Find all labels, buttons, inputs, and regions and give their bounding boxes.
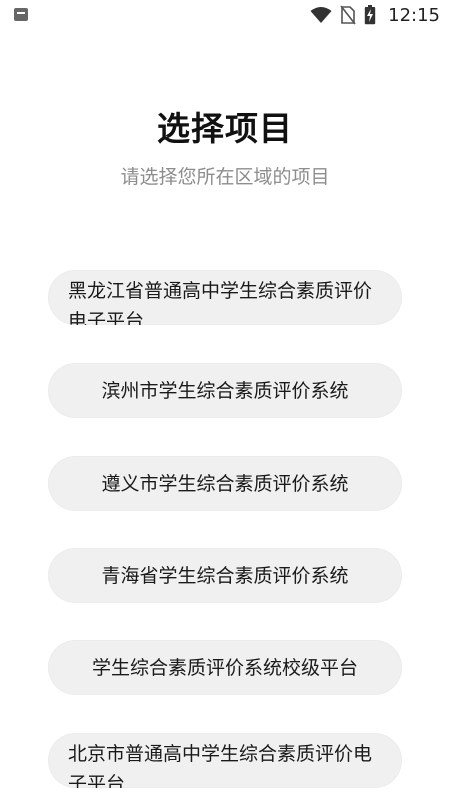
project-item-binzhou[interactable]: 滨州市学生综合素质评价系统 [48, 363, 402, 418]
wifi-icon [310, 7, 332, 23]
project-item-school-level[interactable]: 学生综合素质评价系统校级平台 [48, 640, 402, 695]
project-label: 北京市普通高中学生综合素质评价电子平台 [68, 743, 373, 788]
project-item-zunyi[interactable]: 遵义市学生综合素质评价系统 [48, 456, 402, 511]
project-label: 滨州市学生综合素质评价系统 [101, 379, 349, 402]
project-item-qinghai[interactable]: 青海省学生综合素质评价系统 [48, 548, 402, 603]
project-label: 遵义市学生综合素质评价系统 [101, 472, 349, 495]
project-label: 学生综合素质评价系统校级平台 [91, 656, 358, 679]
project-label: 黑龙江省普通高中学生综合素质评价电子平台 [68, 280, 373, 325]
status-time: 12:15 [388, 4, 440, 26]
no-sim-icon [340, 5, 356, 25]
page-subtitle: 请选择您所在区域的项目 [120, 166, 330, 188]
battery-charging-icon [364, 5, 376, 25]
page-title: 选择项目 [157, 109, 293, 148]
project-item-beijing[interactable]: 北京市普通高中学生综合素质评价电子平台 [48, 733, 402, 788]
status-bar: 12:15 [0, 0, 450, 32]
status-icons: 12:15 [310, 4, 440, 26]
project-label: 青海省学生综合素质评价系统 [101, 564, 349, 587]
project-item-heilongjiang[interactable]: 黑龙江省普通高中学生综合素质评价电子平台 [48, 270, 402, 325]
notification-icon [14, 8, 28, 21]
